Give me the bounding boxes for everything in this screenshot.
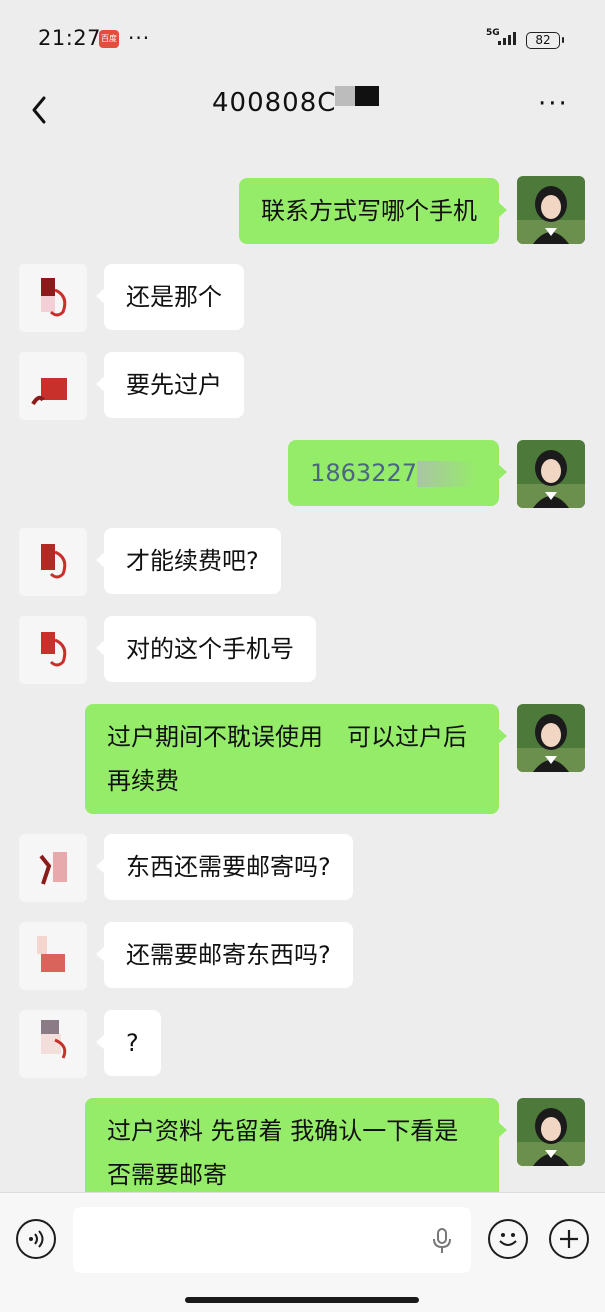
message-bubble-incoming[interactable]: 还需要邮寄东西吗? — [96, 922, 353, 988]
redaction-mark — [417, 461, 477, 487]
voice-mode-button[interactable] — [16, 1219, 56, 1259]
message-bubble-outgoing[interactable]: 过户期间不耽误使用 可以过户后再续费 — [85, 704, 507, 814]
avatar-contact[interactable] — [19, 1010, 87, 1078]
message-input[interactable] — [73, 1207, 471, 1273]
message-bubble-incoming[interactable]: 对的这个手机号 — [96, 616, 316, 682]
avatar-self[interactable] — [517, 440, 585, 508]
cellular-signal-icon: 5G — [486, 28, 522, 50]
message-bubble-outgoing[interactable]: 联系方式写哪个手机 — [239, 178, 507, 244]
avatar-self[interactable] — [517, 1098, 585, 1166]
add-more-button[interactable] — [549, 1219, 589, 1259]
message-text: 联系方式写哪个手机 — [261, 197, 477, 225]
message-text: 要先过户 — [126, 371, 222, 399]
message-text: 东西还需要邮寄吗? — [126, 853, 331, 881]
avatar-self[interactable] — [517, 176, 585, 244]
voice-wave-icon — [29, 1230, 44, 1248]
avatar-contact[interactable] — [19, 616, 87, 684]
message-bubble-incoming[interactable]: 才能续费吧? — [96, 528, 281, 594]
phone-number-text: 1863227 — [310, 459, 417, 487]
avatar-contact[interactable] — [19, 834, 87, 902]
message-bubble-outgoing[interactable]: 过户资料 先留着 我确认一下看是否需要邮寄 — [85, 1098, 507, 1192]
app-notification-icon: 百度 — [99, 30, 119, 48]
message-bubble-incoming[interactable]: ? — [96, 1010, 161, 1076]
message-list[interactable]: 联系方式写哪个手机 还是那个 要先过户 1863227 才能续费吧? 对的这个手… — [0, 140, 605, 1192]
emoji-button[interactable] — [488, 1219, 528, 1259]
avatar-contact[interactable] — [19, 922, 87, 990]
message-bubble-outgoing[interactable]: 1863227 — [288, 440, 507, 506]
chat-header: 400808C ··· — [0, 78, 605, 140]
plus-icon — [560, 1230, 578, 1248]
status-more-icon: ··· — [128, 26, 151, 50]
message-bubble-incoming[interactable]: 还是那个 — [96, 264, 244, 330]
message-text: 过户资料 先留着 我确认一下看是否需要邮寄 — [107, 1117, 459, 1189]
home-indicator[interactable] — [185, 1297, 419, 1303]
message-text: 才能续费吧? — [126, 547, 259, 575]
redaction-mark — [335, 86, 379, 106]
smiley-icon — [499, 1233, 517, 1246]
avatar-contact[interactable] — [19, 528, 87, 596]
back-button[interactable] — [22, 88, 62, 128]
avatar-contact[interactable] — [19, 352, 87, 420]
battery-icon: 82 — [526, 32, 564, 49]
microphone-icon[interactable] — [431, 1227, 453, 1255]
message-text: 过户期间不耽误使用 可以过户后再续费 — [107, 723, 467, 795]
message-text: 还需要邮寄东西吗? — [126, 941, 331, 969]
chat-title: 400808C — [212, 88, 337, 118]
battery-level: 82 — [535, 33, 551, 47]
more-options-button[interactable]: ··· — [538, 91, 578, 122]
avatar-contact[interactable] — [19, 264, 87, 332]
status-bar: 21:27 百度 ··· 5G 82 — [0, 0, 605, 78]
avatar-self[interactable] — [517, 704, 585, 772]
message-bubble-incoming[interactable]: 东西还需要邮寄吗? — [96, 834, 353, 900]
message-text: 还是那个 — [126, 283, 222, 311]
chevron-left-icon — [32, 96, 46, 124]
message-bubble-incoming[interactable]: 要先过户 — [96, 352, 244, 418]
status-time: 21:27 — [38, 26, 102, 50]
message-text: ? — [126, 1029, 139, 1057]
message-text: 对的这个手机号 — [126, 635, 294, 663]
input-bar — [0, 1192, 605, 1312]
